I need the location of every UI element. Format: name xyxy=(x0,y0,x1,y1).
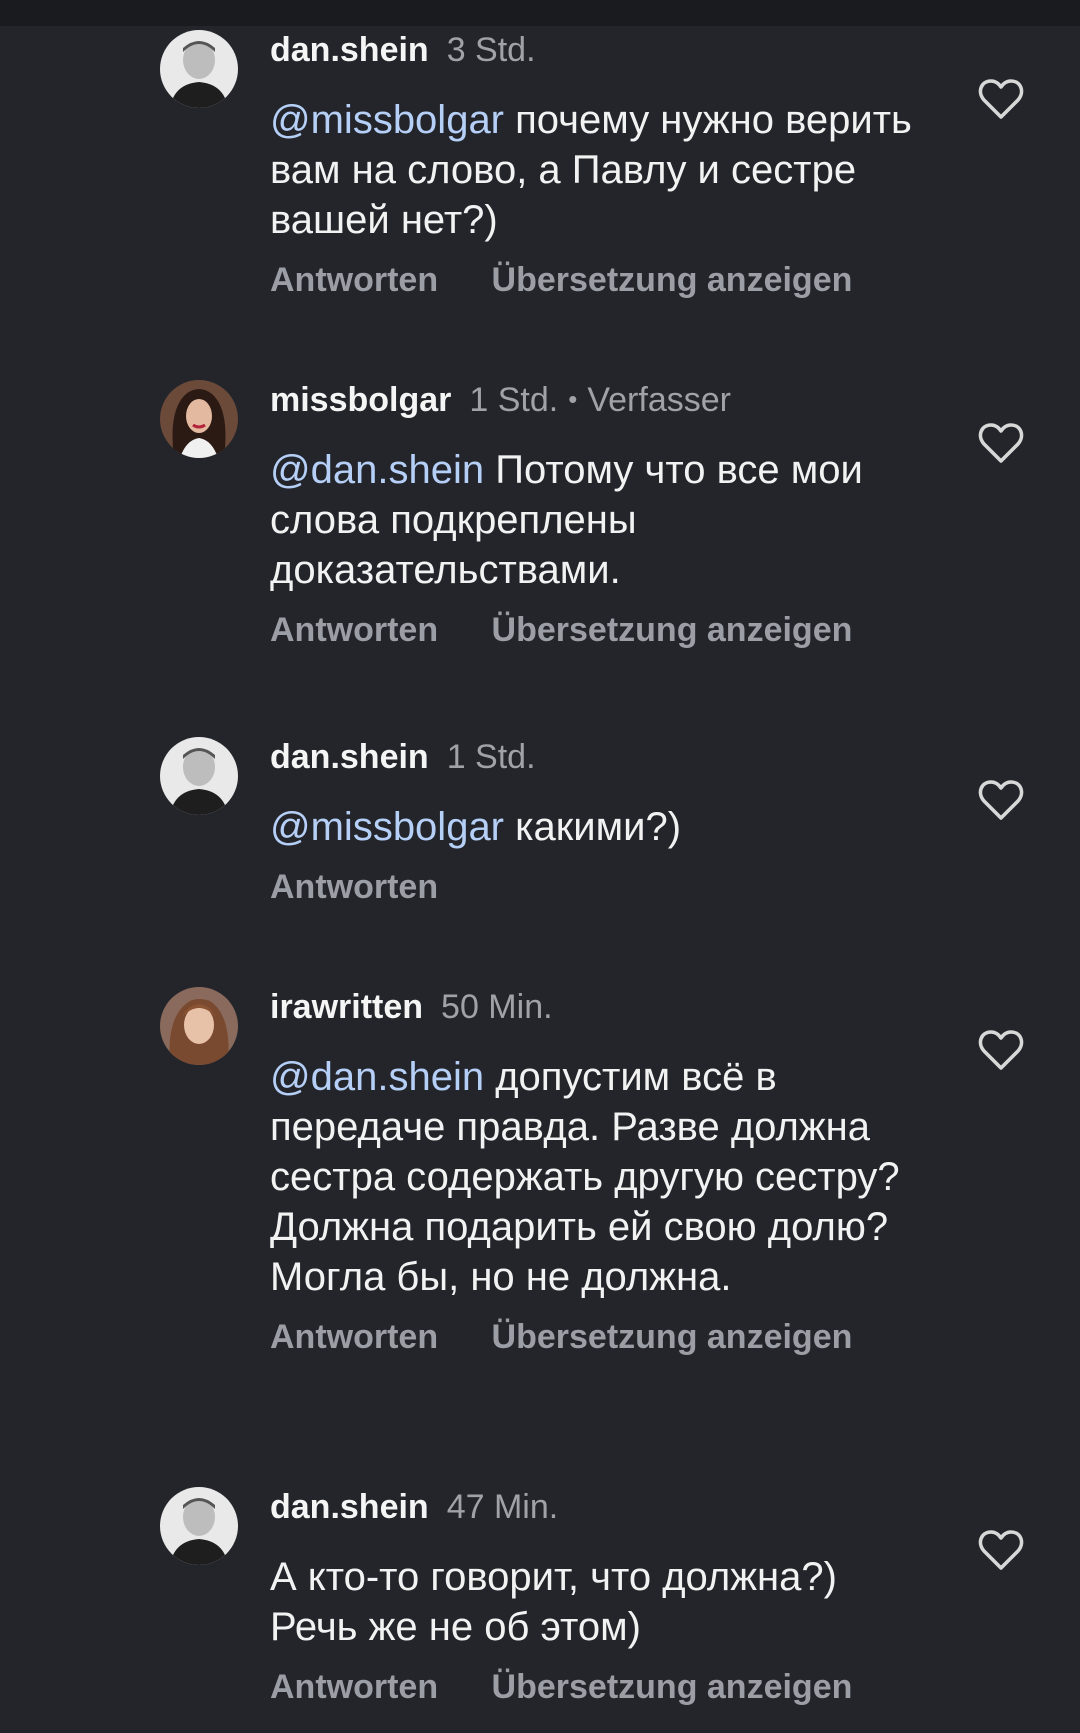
show-translation-button[interactable]: Übersetzung anzeigen xyxy=(492,610,853,650)
avatar-dan-shein[interactable] xyxy=(160,1487,238,1565)
reply-button[interactable]: Antworten xyxy=(270,260,438,300)
comment-username[interactable]: dan.shein xyxy=(270,31,429,69)
comment-text-line1: А кто-то говорит, что должна?) xyxy=(270,1555,837,1599)
heart-outline-icon[interactable] xyxy=(978,779,1024,821)
comment-item: dan.shein 47 Min. А кто-то говорит, что д… xyxy=(0,1487,1080,1727)
avatar-dan-shein[interactable] xyxy=(160,30,238,108)
author-badge: Verfasser xyxy=(587,381,731,419)
avatar-dan-shein[interactable] xyxy=(160,737,238,815)
heart-outline-icon[interactable] xyxy=(978,1029,1024,1071)
mention-link[interactable]: @dan.shein xyxy=(270,1055,484,1099)
comment-text: @missbolgar какими?) xyxy=(270,802,930,852)
comment-item: dan.shein 3 Std. @missbolgar почему нужно… xyxy=(0,30,1080,310)
show-translation-button[interactable]: Übersetzung anzeigen xyxy=(492,1667,853,1707)
show-translation-button[interactable]: Übersetzung anzeigen xyxy=(492,1317,853,1357)
comment-item: irawritten 50 Min. @dan.shein допустим вс… xyxy=(0,987,1080,1407)
comment-text-rest: слова подкреплены доказательствами. xyxy=(270,498,637,592)
comment-username[interactable]: dan.shein xyxy=(270,738,429,776)
comment-text-rest: Речь же не об этом) xyxy=(270,1605,641,1649)
comment-text: @dan.shein Потому что все мои слова подк… xyxy=(270,445,930,595)
mention-link[interactable]: @missbolgar xyxy=(270,98,504,142)
comment-text-line1: Потому что все мои xyxy=(484,448,863,492)
avatar-irawritten[interactable] xyxy=(160,987,238,1065)
mention-link[interactable]: @missbolgar xyxy=(270,805,504,849)
comment-item: missbolgar 1 Std. • Verfasser @dan.shein По… xyxy=(0,380,1080,660)
avatar-missbolgar[interactable] xyxy=(160,380,238,458)
heart-outline-icon[interactable] xyxy=(978,1529,1024,1571)
comment-text-line1: почему нужно xyxy=(504,98,774,142)
comment-username[interactable]: dan.shein xyxy=(270,1488,429,1526)
heart-outline-icon[interactable] xyxy=(978,422,1024,464)
comment-timestamp: 50 Min. xyxy=(441,988,553,1026)
status-bar-strip xyxy=(0,0,1080,26)
reply-button[interactable]: Antworten xyxy=(270,1667,438,1707)
heart-outline-icon[interactable] xyxy=(978,78,1024,120)
comment-item: dan.shein 1 Std. @missbolgar какими?) Ant… xyxy=(0,737,1080,917)
comment-timestamp: 3 Std. xyxy=(446,31,536,69)
comment-text: @missbolgar почему нужно верить вам на с… xyxy=(270,95,930,245)
comment-text-line1: какими?) xyxy=(504,805,682,849)
reply-button[interactable]: Antworten xyxy=(270,610,438,650)
comment-username[interactable]: missbolgar xyxy=(270,381,451,419)
show-translation-button[interactable]: Übersetzung anzeigen xyxy=(492,260,853,300)
comment-text: А кто-то говорит, что должна?) Речь же не… xyxy=(270,1552,930,1652)
comment-timestamp: 47 Min. xyxy=(446,1488,559,1526)
comment-text-rest: передаче правда. Разве должна сестра сод… xyxy=(270,1105,900,1299)
mention-link[interactable]: @dan.shein xyxy=(270,448,484,492)
comment-text-line1: допустим всё в xyxy=(484,1055,777,1099)
separator-dot: • xyxy=(568,384,578,414)
reply-button[interactable]: Antworten xyxy=(270,1317,438,1357)
comment-text: @dan.shein допустим всё в передаче правд… xyxy=(270,1052,930,1302)
comment-timestamp: 1 Std. xyxy=(469,381,559,419)
comment-username[interactable]: irawritten xyxy=(270,988,423,1026)
reply-button[interactable]: Antworten xyxy=(270,867,438,907)
comment-timestamp: 1 Std. xyxy=(446,738,536,776)
